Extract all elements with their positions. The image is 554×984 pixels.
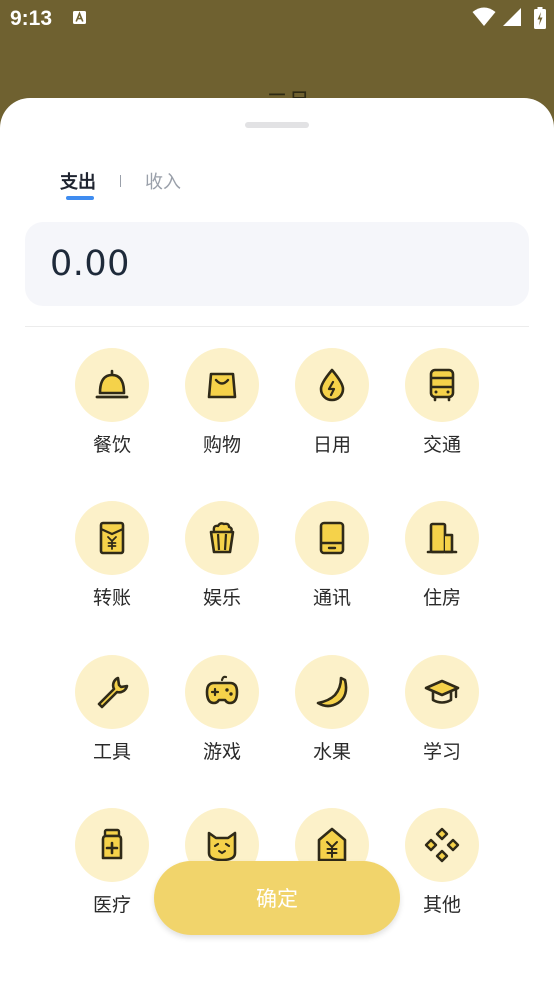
signal-icon (503, 8, 521, 26)
phone-icon (319, 521, 345, 555)
bell-icon (95, 369, 129, 399)
category-label: 医疗 (92, 894, 131, 916)
category-study[interactable]: 学习 (387, 655, 497, 775)
category-daily[interactable]: 日用 (277, 348, 387, 468)
category-label: 娱乐 (202, 587, 241, 609)
category-fruit[interactable]: 水果 (277, 655, 387, 775)
building-icon (426, 522, 458, 554)
category-transfer[interactable]: 转账 (57, 501, 167, 621)
bus-icon (429, 368, 455, 402)
yuan-envelope-icon (99, 521, 125, 555)
category-games[interactable]: 游戏 (167, 655, 277, 775)
popcorn-icon (209, 522, 235, 554)
category-grid: 餐饮 购物 日用 交通 转账 娱乐 通讯 住房 工具 游戏 水果 学习 医疗 其… (0, 98, 554, 984)
yuan-house-icon (317, 827, 347, 862)
category-label: 交通 (422, 434, 461, 456)
category-label: 水果 (312, 741, 351, 763)
notification-a-icon (73, 11, 86, 24)
status-bar: 9:13 (0, 0, 554, 36)
category-label: 游戏 (202, 741, 241, 763)
category-entertainment[interactable]: 娱乐 (167, 501, 277, 621)
category-label: 转账 (92, 587, 131, 609)
category-communication[interactable]: 通讯 (277, 501, 387, 621)
bottom-sheet: 支出 收入 0.00 餐饮 购物 日用 交通 转账 娱乐 通讯 住房 工具 游戏… (0, 98, 554, 984)
diamond-grid-icon (424, 827, 460, 863)
shopping-bag-icon (207, 372, 237, 399)
category-label: 日用 (312, 434, 351, 456)
confirm-button[interactable]: 确定 (154, 861, 400, 935)
category-transport[interactable]: 交通 (387, 348, 497, 468)
wrench-icon (97, 676, 129, 709)
category-tools[interactable]: 工具 (57, 655, 167, 775)
category-label: 购物 (202, 434, 241, 456)
category-housing[interactable]: 住房 (387, 501, 497, 621)
status-time: 9:13 (10, 7, 53, 30)
category-label: 餐饮 (92, 434, 131, 456)
drop-icon (319, 368, 345, 402)
banana-icon (316, 676, 348, 708)
category-shopping[interactable]: 购物 (167, 348, 277, 468)
category-label: 学习 (422, 741, 461, 763)
cat-icon (207, 831, 237, 862)
category-label: 住房 (422, 587, 461, 609)
category-label: 其他 (422, 894, 461, 916)
category-dining[interactable]: 餐饮 (57, 348, 167, 468)
gamepad-icon (205, 675, 239, 705)
category-label: 工具 (92, 741, 131, 763)
category-medical[interactable]: 医疗 (57, 808, 167, 928)
graduation-cap-icon (424, 679, 460, 704)
wifi-icon (472, 7, 496, 26)
medicine-bottle-icon (101, 828, 123, 860)
battery-icon (534, 7, 546, 29)
category-label: 通讯 (312, 587, 351, 609)
category-other[interactable]: 其他 (387, 808, 497, 928)
